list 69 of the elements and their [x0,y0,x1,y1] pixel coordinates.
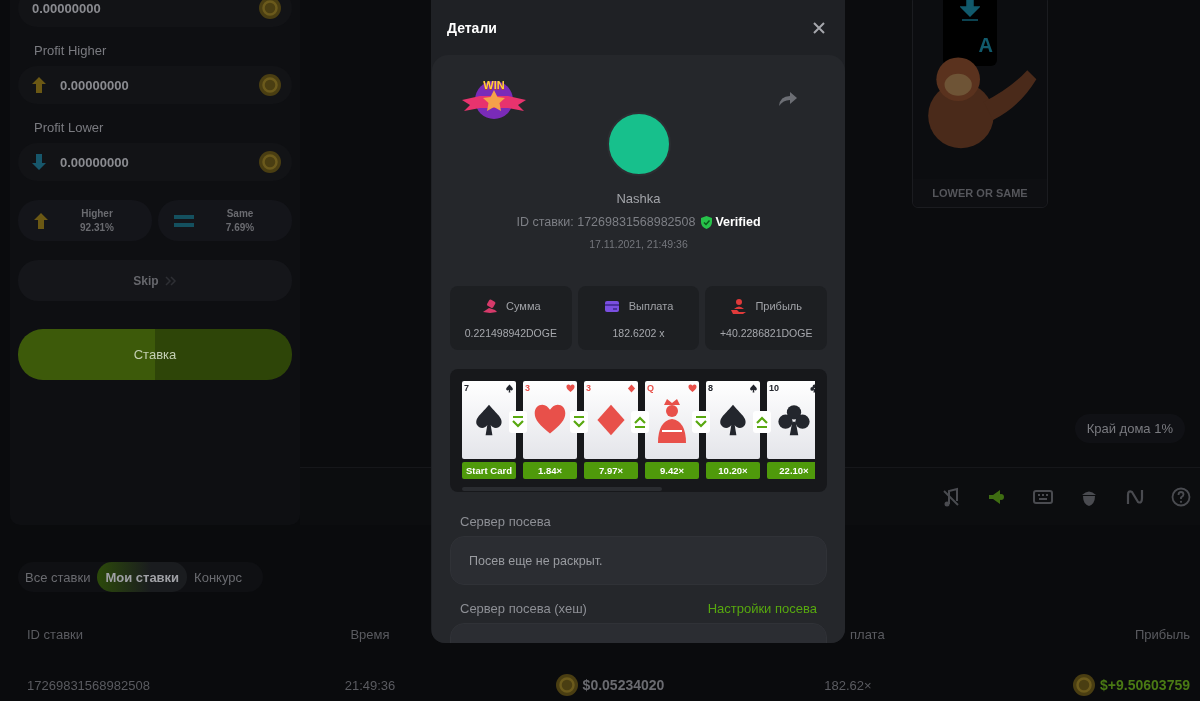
multiplier-label: 22.10× [767,462,815,479]
multiplier-label: 1.84× [523,462,577,479]
table-cell: 21:49:36 [344,677,396,693]
stat-value: +40.2286821DOGE [719,326,813,339]
share-arrow-icon[interactable] [779,92,797,106]
playing-card: 8 [706,381,760,459]
down-arrow-icon [32,154,46,170]
table-cell-text: 17269831568982508 [26,677,150,693]
up-arrow-icon [32,77,46,93]
table-cell: 182.62× [824,677,872,693]
choice-card[interactable]: A LOWER OR SAME [912,0,1048,208]
higher-button[interactable]: Higher 92.31% [18,200,152,241]
chevrons-icon [164,275,177,286]
help-icon[interactable] [1171,486,1191,507]
multiplier-label: Start Card [462,462,516,479]
music-off-icon[interactable] [941,486,961,507]
equals-icon [174,214,194,227]
playing-card-back: A [943,0,997,66]
bet-date: 17.11.2021, 21:49:36 [589,238,688,251]
skip-button[interactable]: Skip [18,260,292,301]
field-label: Profit Lower [34,120,105,135]
playing-card: 10 [767,381,815,459]
amount-field[interactable]: 0.00000000 [18,0,292,27]
close-icon [813,21,825,34]
table-cell: $0.05234020 [582,677,665,693]
verified-label: Verified [715,214,761,230]
bet-id: ID ставки: 17269831568982508 [516,214,696,230]
column-header: плата [849,626,885,642]
field-label: Сервер посева (хеш) [460,601,587,616]
player-name: Nashka [616,190,661,207]
tab[interactable]: Все ставки [18,562,98,592]
stat-label: Прибыль [755,300,802,312]
coin-icon [259,74,281,96]
seed-field[interactable]: Посев еще не раскрыт. [450,536,827,585]
playing-card: 3 [584,381,638,459]
tab[interactable]: Конкурс [187,562,249,592]
coin-icon [555,674,578,696]
playing-card: Q [645,381,699,459]
coin-icon [259,151,281,173]
stat-label: Выплата [628,300,674,312]
stat-label: Сумма [506,300,541,312]
coin-icon [259,0,281,19]
shield-check-icon [701,215,713,229]
tab[interactable]: Мои ставки [97,562,188,592]
download-arrow-icon [960,0,980,22]
multiplier-label: 9.42× [645,462,699,479]
profit-field[interactable]: 0.00000000 [18,143,292,181]
coin-icon [1073,674,1096,696]
profit-field[interactable]: 0.00000000 [18,66,292,104]
stat-value: 182.6202 x [612,326,665,339]
playing-card: 7 [462,381,516,459]
table-cell: $+9.50603759 [1100,677,1190,693]
multiplier-label: 7.97× [584,462,638,479]
seed-settings-link[interactable]: Настройки посева [707,601,817,616]
house-edge-label: Край дома 1% [1074,414,1185,443]
same-button[interactable]: Same 7.69% [158,200,292,241]
column-header: ID ставки [26,626,83,642]
column-header: Прибыль [1135,626,1190,642]
field-label: Profit Higher [34,43,108,58]
playing-card: 3 [523,381,577,459]
hand-person-icon [730,297,748,315]
column-header: Время [350,626,390,642]
dialog-title: Детали [447,19,497,36]
up-arrow-icon [34,212,48,229]
coins-hand-icon [481,297,499,315]
field-label: Сервер посева [460,514,551,529]
stat-value: 0.221498942DOGE [464,326,557,339]
bet-button[interactable]: Ставка [18,329,292,380]
multiplier-label: 10.20× [706,462,760,479]
